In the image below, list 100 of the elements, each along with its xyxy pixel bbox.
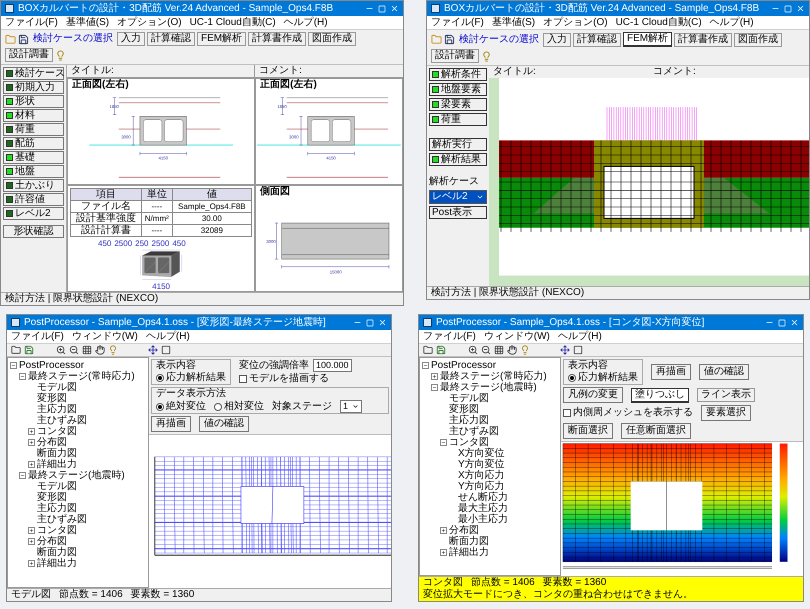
menu-item[interactable]: オプション(O) — [117, 16, 182, 29]
save-icon[interactable] — [444, 34, 455, 45]
side-button[interactable]: 地盤要素 — [429, 83, 487, 96]
help-icon[interactable] — [55, 50, 66, 60]
side-button[interactable]: 解析結果 — [429, 153, 487, 166]
maximize-icon[interactable] — [784, 4, 792, 12]
side-button[interactable]: 形状確認 — [3, 225, 64, 238]
maximize-icon[interactable] — [778, 318, 786, 326]
side-button[interactable]: 荷重 — [429, 113, 487, 126]
hand-icon[interactable] — [507, 345, 517, 355]
frame-icon[interactable] — [573, 345, 583, 355]
radio-button[interactable] — [214, 402, 222, 410]
save-icon[interactable] — [436, 345, 446, 355]
push-button[interactable]: 再描画 — [151, 416, 191, 432]
menu-item[interactable]: ヘルプ(H) — [146, 330, 190, 343]
menu-item[interactable]: オプション(O) — [543, 16, 608, 29]
menu-item[interactable]: ファイル(F) — [423, 330, 476, 343]
toolbar-button[interactable]: 設計調書 — [5, 48, 53, 62]
side-button[interactable]: 解析条件 — [429, 68, 487, 81]
toolbar-button[interactable]: 入力 — [543, 32, 571, 46]
select-button[interactable]: 任意断面選択 — [621, 423, 691, 439]
frame-icon[interactable] — [161, 345, 171, 355]
side-button[interactable]: 基礎 — [3, 151, 64, 164]
side-button[interactable]: 解析実行 — [429, 138, 487, 151]
tree-item[interactable]: モデル図 — [37, 481, 77, 492]
tree-item[interactable]: 分布図 — [449, 525, 479, 536]
toolbar-button[interactable]: 計算確認 — [147, 32, 195, 46]
expander-icon[interactable] — [28, 439, 35, 446]
toolbar-button[interactable]: 設計調書 — [431, 49, 479, 63]
toolbar-button[interactable]: 計算確認 — [573, 32, 621, 46]
radio-button[interactable] — [568, 374, 576, 382]
tree-item[interactable]: 断面力図 — [37, 448, 77, 459]
select-button[interactable]: 要素選択 — [701, 405, 751, 421]
expander-icon[interactable] — [431, 384, 438, 391]
grid-icon[interactable] — [82, 345, 92, 355]
tree-item[interactable]: 詳細出力 — [449, 547, 489, 558]
push-button[interactable]: 値の確認 — [699, 364, 749, 380]
side-button[interactable]: 許容値 — [3, 193, 64, 206]
tree-item[interactable]: Y方向応力 — [458, 481, 505, 492]
side-button[interactable]: Post表示 — [429, 206, 487, 219]
select-button[interactable]: 断面選択 — [563, 423, 613, 439]
checkbox[interactable] — [563, 409, 571, 417]
close-icon[interactable] — [390, 4, 399, 13]
tree-item[interactable]: 主ひずみ図 — [449, 426, 499, 437]
tree-item[interactable]: コンタ図 — [37, 525, 77, 536]
expander-icon[interactable] — [440, 527, 447, 534]
toolbar-button[interactable]: 計算書作成 — [674, 32, 732, 46]
tree-item[interactable]: 詳細出力 — [37, 558, 77, 569]
tree-item[interactable]: 最終ステージ(地震時) — [440, 382, 537, 393]
side-button[interactable]: 材料 — [3, 109, 64, 122]
zoom-out-icon[interactable] — [69, 345, 79, 355]
tree-item[interactable]: 最終ステージ(常時応力) — [28, 371, 135, 382]
tree-item[interactable]: モデル図 — [37, 382, 77, 393]
case-select-label[interactable]: 検討ケースの選択 — [457, 34, 541, 46]
tree-item[interactable]: 主ひずみ図 — [37, 514, 87, 525]
close-icon[interactable] — [378, 318, 387, 327]
folder-icon[interactable] — [11, 345, 21, 355]
side-button[interactable]: 検討ケース — [3, 67, 64, 80]
expander-icon[interactable] — [10, 362, 17, 369]
side-button[interactable]: レベル2 — [3, 207, 64, 220]
tree-item[interactable]: コンタ図 — [449, 437, 489, 448]
tree-item[interactable]: 主応力図 — [449, 415, 489, 426]
toolbar-button[interactable]: FEM解析 — [197, 32, 246, 46]
tree-item[interactable]: 詳細出力 — [37, 459, 77, 470]
menu-item[interactable]: ヘルプ(H) — [558, 330, 602, 343]
menu-item[interactable]: ファイル(F) — [5, 16, 58, 29]
tree-item[interactable]: Y方向変位 — [458, 459, 505, 470]
tree-item[interactable]: 分布図 — [37, 536, 67, 547]
expander-icon[interactable] — [28, 461, 35, 468]
expander-icon[interactable] — [28, 428, 35, 435]
menu-item[interactable]: 基準値(S) — [66, 16, 110, 29]
close-icon[interactable] — [790, 318, 799, 327]
close-icon[interactable] — [796, 4, 805, 13]
move-icon[interactable] — [560, 345, 570, 355]
toolbar-button[interactable]: 図面作成 — [308, 32, 356, 46]
expander-icon[interactable] — [19, 472, 26, 479]
menu-item[interactable]: ヘルプ(H) — [710, 16, 754, 29]
zoom-in-icon[interactable] — [468, 345, 478, 355]
tree-item[interactable]: PostProcessor — [431, 360, 496, 371]
expander-icon[interactable] — [28, 538, 35, 545]
menu-item[interactable]: 基準値(S) — [492, 16, 536, 29]
side-button[interactable]: 形状 — [3, 95, 64, 108]
push-button[interactable]: 値の確認 — [199, 416, 249, 432]
mode-toggle[interactable]: ライン表示 — [697, 388, 755, 402]
case-dropdown[interactable]: レベル2 — [429, 190, 487, 204]
side-button[interactable]: 地盤 — [3, 165, 64, 178]
side-button[interactable]: 荷重 — [3, 123, 64, 136]
tree-item[interactable]: せん断応力 — [458, 492, 508, 503]
scale-input[interactable]: 100.000 — [313, 359, 352, 372]
radio-button[interactable] — [156, 374, 164, 382]
tree-item[interactable]: 最終ステージ(常時応力) — [440, 371, 547, 382]
side-button[interactable]: 土かぶり — [3, 179, 64, 192]
menu-item[interactable]: UC-1 Cloud自動(C) — [616, 16, 702, 29]
save-icon[interactable] — [24, 345, 34, 355]
expander-icon[interactable] — [19, 373, 26, 380]
zoom-in-icon[interactable] — [56, 345, 66, 355]
move-icon[interactable] — [148, 345, 158, 355]
side-button[interactable]: 梁要素 — [429, 98, 487, 111]
expander-icon[interactable] — [440, 549, 447, 556]
zoom-out-icon[interactable] — [481, 345, 491, 355]
